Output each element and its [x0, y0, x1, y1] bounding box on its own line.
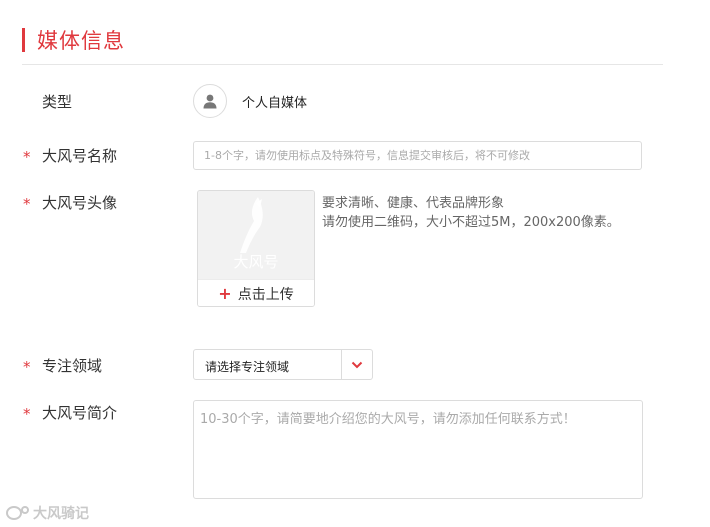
title-accent-bar — [22, 28, 25, 52]
required-mark: * — [23, 405, 31, 423]
watermark: 大风骑记 — [5, 503, 89, 523]
field-label: 专注领域 — [42, 357, 103, 375]
dafenghao-logo-image: 大风号 — [233, 197, 279, 271]
name-label: 大风号名称 — [42, 147, 118, 165]
title-divider — [22, 64, 663, 65]
field-select[interactable]: 请选择专注领域 — [193, 349, 373, 380]
required-mark: * — [23, 358, 31, 376]
upload-button[interactable]: + 点击上传 — [198, 279, 314, 306]
avatar-preview: 大风号 — [198, 191, 314, 279]
avatar-hint-line-1: 要求清晰、健康、代表品牌形象 — [322, 196, 505, 211]
required-mark: * — [23, 148, 31, 166]
watermark-logo-icon — [6, 506, 29, 520]
section-header: 媒体信息 — [22, 26, 125, 54]
name-input[interactable] — [193, 141, 642, 170]
avatar-label: 大风号头像 — [42, 194, 118, 212]
dropdown-toggle[interactable] — [341, 350, 372, 379]
required-mark: * — [23, 195, 31, 213]
media-type-avatar — [193, 84, 227, 118]
watermark-text: 大风骑记 — [33, 506, 89, 522]
section-title: 媒体信息 — [37, 29, 125, 53]
intro-textarea[interactable] — [193, 400, 643, 499]
media-type-value: 个人自媒体 — [242, 96, 308, 111]
type-label: 类型 — [42, 93, 73, 111]
logo-text: 大风号 — [233, 253, 278, 271]
plus-icon: + — [218, 284, 232, 303]
user-icon — [203, 94, 217, 109]
field-select-value: 请选择专注领域 — [205, 360, 290, 374]
avatar-hint-line-2: 请勿使用二维码，大小不超过5M，200x200像素。 — [322, 215, 620, 230]
intro-label: 大风号简介 — [42, 404, 118, 422]
avatar-uploader[interactable]: 大风号 + 点击上传 — [197, 190, 315, 307]
upload-button-label: 点击上传 — [237, 286, 294, 303]
chevron-down-icon — [351, 361, 363, 368]
